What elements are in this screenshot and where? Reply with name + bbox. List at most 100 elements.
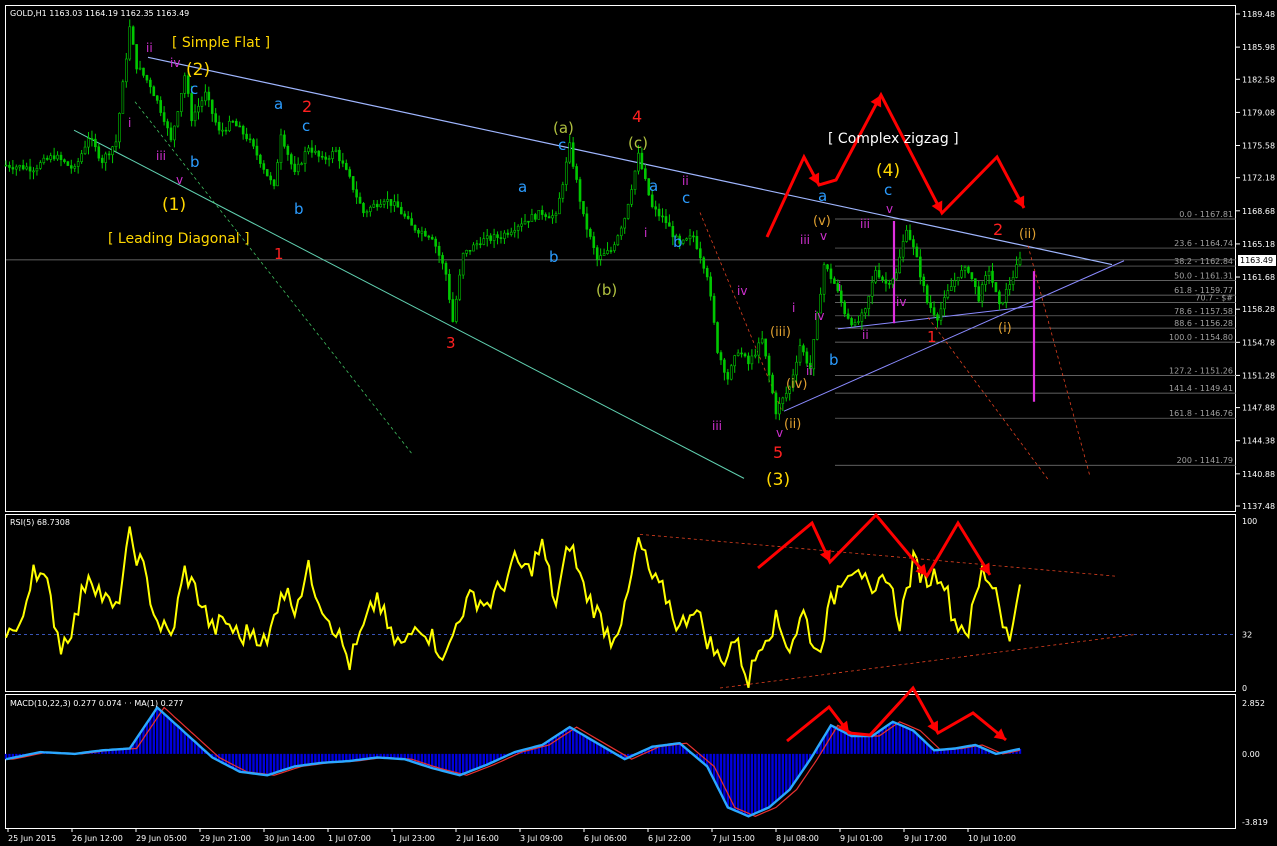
candle-body (901, 241, 905, 258)
candle-body (125, 58, 128, 83)
rsi-axis-label: 32 (1242, 631, 1252, 640)
candle-body (544, 214, 547, 217)
candle-body (386, 199, 389, 202)
label-c: c (558, 136, 566, 154)
candle-body (348, 169, 352, 177)
candle-body (599, 255, 602, 260)
fib-level-label: 88.6 - 1156.28 (1174, 319, 1233, 328)
candle-body (327, 158, 331, 160)
fib-level-label: 70.7 - $# (1195, 294, 1233, 303)
candle-body (805, 351, 809, 364)
candle-body (712, 295, 716, 323)
candle-body (228, 120, 231, 132)
candle-body (870, 281, 874, 297)
fibonacci-levels: 0.0 - 1167.81 23.6 - 1164.74 38.2 - 1162.8… (6, 210, 1236, 466)
candle-body (324, 156, 327, 160)
candle-body (654, 206, 657, 210)
candle-body (369, 206, 372, 212)
macd-axis-label: 0.00 (1242, 750, 1260, 759)
candle-body (644, 168, 647, 179)
candle-body (375, 203, 379, 208)
candle-body (592, 236, 596, 248)
candle-body (111, 146, 114, 156)
candle-body (451, 299, 455, 322)
rsi-axis-label: 100 (1242, 517, 1257, 526)
candle-body (747, 355, 750, 365)
time-tick-label: 29 Jun 21:00 (200, 834, 251, 843)
candle-body (4, 164, 8, 167)
candle-body (8, 164, 11, 168)
candle-body (575, 166, 578, 180)
candle-body (922, 276, 926, 287)
candle-body (998, 291, 1001, 305)
fib-level-label: 127.2 - 1151.26 (1169, 367, 1233, 376)
candle-body (513, 230, 517, 233)
candle-body (750, 355, 754, 365)
time-tick-label: 9 Jul 01:00 (840, 834, 883, 843)
time-tick-label: 1 Jul 23:00 (392, 834, 435, 843)
candle-body (619, 227, 623, 237)
candle-body (142, 67, 145, 76)
candle-body (424, 230, 427, 237)
price-tick-label: 1137.48 (1242, 502, 1275, 511)
candle-body (193, 111, 197, 122)
rsi-trendline (719, 634, 1136, 689)
fib-level-label: 0.0 - 1167.81 (1179, 210, 1233, 219)
candle-body (884, 279, 888, 284)
time-tick-label: 1 Jul 07:00 (328, 834, 371, 843)
label-iv: iv (737, 284, 747, 298)
macd-axis-label: -3.819 (1242, 818, 1268, 827)
candle-body (310, 147, 314, 153)
candle-body (980, 284, 984, 302)
candle-body (764, 338, 767, 357)
candle-body (984, 275, 987, 285)
label-v: v (886, 202, 893, 216)
candle-body (709, 276, 712, 297)
wave-labels: [ Simple Flat ] [ Leading Diagonal ] [ C… (108, 35, 1036, 490)
candle-body (736, 352, 740, 356)
red-wave-3: 3 (446, 334, 456, 352)
candle-body (338, 149, 341, 162)
candle-body (705, 268, 709, 278)
price-tick-label: 1154.78 (1242, 338, 1275, 347)
candle-body (719, 352, 723, 361)
candle-body (100, 157, 104, 163)
candle-body (176, 111, 180, 127)
candle-body (197, 106, 200, 113)
candle-body (1008, 284, 1011, 290)
candle-body (180, 93, 183, 112)
candle-body (18, 165, 22, 168)
candle-body (255, 145, 259, 156)
red-wave-1: 1 (274, 245, 284, 263)
label-c: c (884, 181, 892, 199)
candle-body (28, 166, 32, 172)
trendline (147, 56, 1113, 266)
candle-body (723, 359, 726, 373)
candle-body (912, 239, 915, 248)
candle-body (589, 228, 592, 237)
candle-body (664, 216, 668, 224)
candle-body (234, 120, 238, 127)
label-ii: ii (806, 364, 813, 378)
label-pii: (ii) (784, 417, 801, 432)
candle-body (485, 235, 489, 239)
fib-level-label: 161.8 - 1146.76 (1169, 409, 1233, 418)
candle-body (877, 270, 881, 278)
candle-body (300, 163, 303, 165)
candle-body (509, 231, 513, 235)
candle-body (829, 268, 833, 280)
candle-body (891, 278, 895, 285)
candle-body (874, 270, 877, 283)
candle-body (760, 338, 764, 344)
candle-body (162, 112, 166, 122)
label-iv: iv (896, 295, 906, 309)
candle-body (888, 283, 891, 285)
candle-body (767, 355, 771, 376)
label-v: v (776, 426, 783, 440)
time-tick-label: 6 Jul 06:00 (584, 834, 627, 843)
rsi-line (5, 526, 1021, 689)
candle-body (341, 160, 345, 164)
candle-body (410, 218, 413, 226)
candle-body (45, 157, 49, 160)
label-a: a (274, 95, 283, 113)
